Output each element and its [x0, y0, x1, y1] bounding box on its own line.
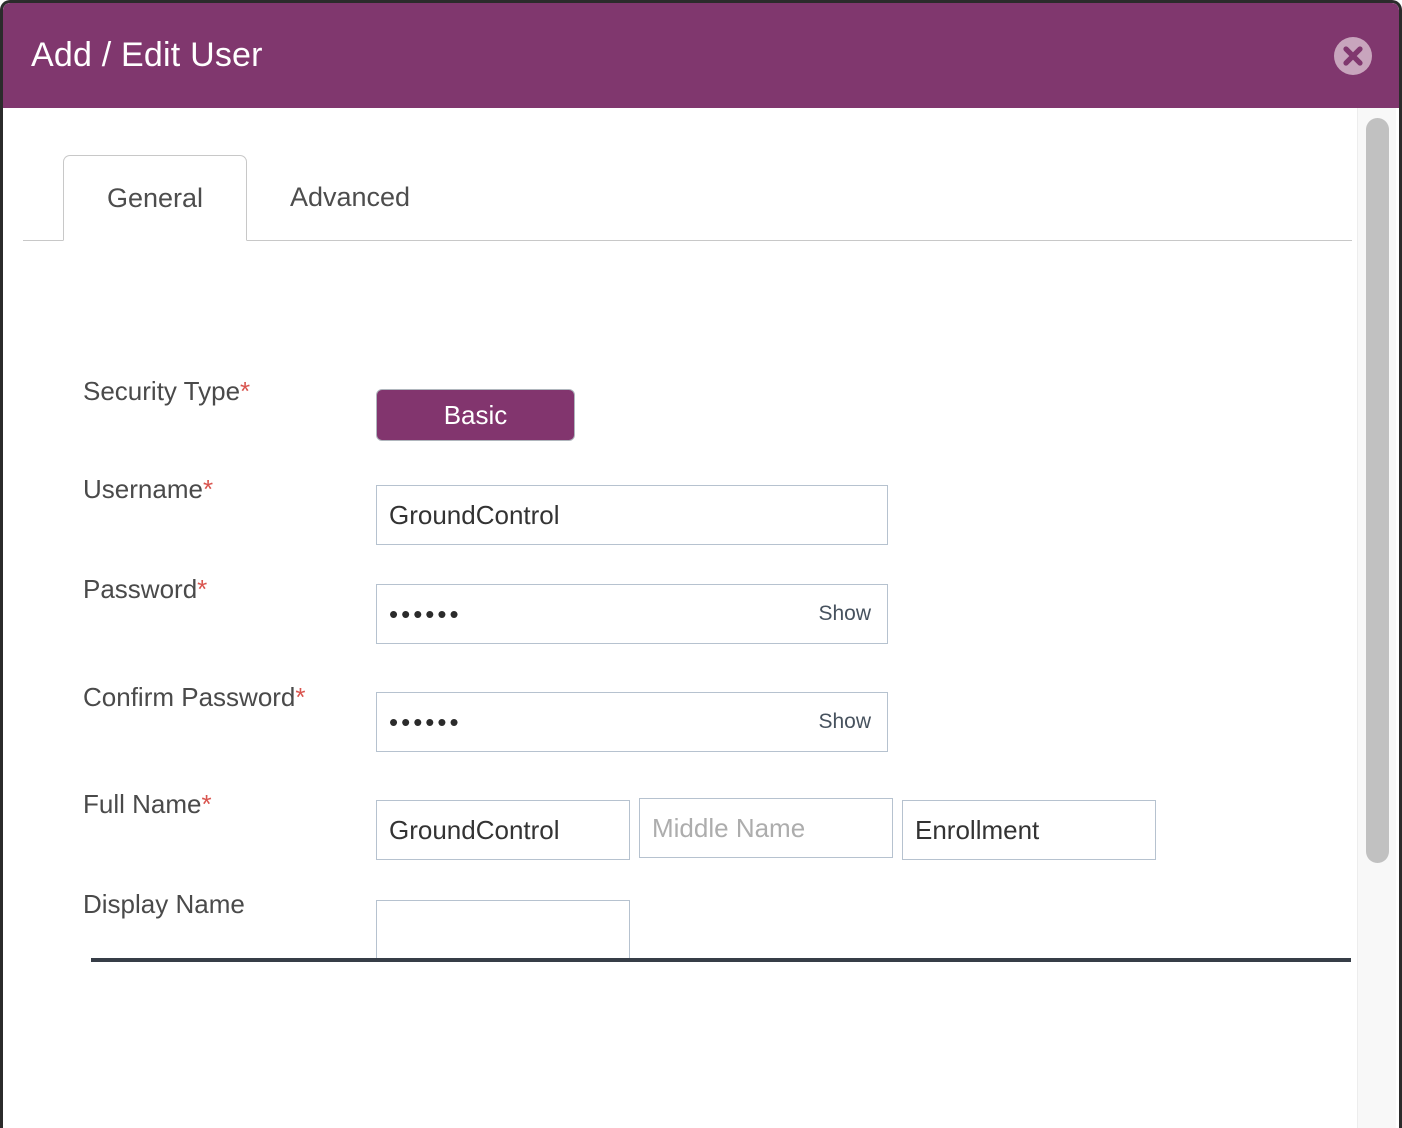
- first-name-input[interactable]: [376, 800, 630, 860]
- display-name-input[interactable]: [376, 900, 630, 960]
- required-asterisk: *: [197, 574, 207, 604]
- form-row-display-name: Display Name: [3, 874, 1343, 934]
- form-row-username: Username*: [3, 459, 1343, 519]
- section-divider: [91, 958, 1351, 962]
- label-password: Password*: [83, 559, 207, 619]
- middle-name-input[interactable]: [639, 798, 893, 858]
- label-confirm-password: Confirm Password*: [83, 667, 306, 727]
- label-username: Username*: [83, 459, 213, 519]
- password-masked-value: ••••••: [389, 585, 462, 643]
- confirm-password-field[interactable]: •••••• Show: [376, 692, 888, 752]
- dialog-titlebar: Add / Edit User: [3, 3, 1399, 108]
- password-field[interactable]: •••••• Show: [376, 584, 888, 644]
- add-edit-user-dialog: Add / Edit User General Advanced Securit…: [0, 0, 1402, 1128]
- username-input[interactable]: [376, 485, 888, 545]
- label-display-name: Display Name: [83, 874, 245, 934]
- tab-general[interactable]: General: [63, 155, 247, 241]
- form-row-email-address: Email Address*: [3, 1114, 1343, 1128]
- form-row-full-name: Full Name*: [3, 774, 1343, 834]
- label-email-address: Email Address*: [113, 1114, 289, 1128]
- confirm-password-masked-value: ••••••: [389, 693, 462, 751]
- dialog-title: Add / Edit User: [31, 33, 263, 77]
- scrollbar-thumb[interactable]: [1366, 118, 1389, 863]
- password-show-toggle[interactable]: Show: [818, 585, 871, 643]
- required-asterisk: *: [203, 474, 213, 504]
- security-type-basic-button[interactable]: Basic: [376, 389, 575, 441]
- dialog-body: General Advanced Security Type* Basic Us…: [3, 108, 1399, 1128]
- form-row-password: Password* •••••• Show: [3, 559, 1343, 619]
- close-icon[interactable]: [1333, 36, 1373, 76]
- form-row-security-type: Security Type* Basic: [3, 361, 1343, 421]
- label-security-type: Security Type*: [83, 361, 250, 421]
- required-asterisk: *: [240, 376, 250, 406]
- label-full-name: Full Name*: [83, 774, 212, 834]
- last-name-input[interactable]: [902, 800, 1156, 860]
- confirm-password-show-toggle[interactable]: Show: [818, 693, 871, 751]
- form-row-confirm-password: Confirm Password* •••••• Show: [3, 667, 1343, 727]
- tab-advanced[interactable]: Advanced: [259, 155, 441, 241]
- required-asterisk: *: [295, 682, 305, 712]
- required-asterisk: *: [201, 789, 211, 819]
- tab-strip: General Advanced: [23, 155, 1352, 241]
- vertical-scrollbar[interactable]: [1357, 108, 1396, 1128]
